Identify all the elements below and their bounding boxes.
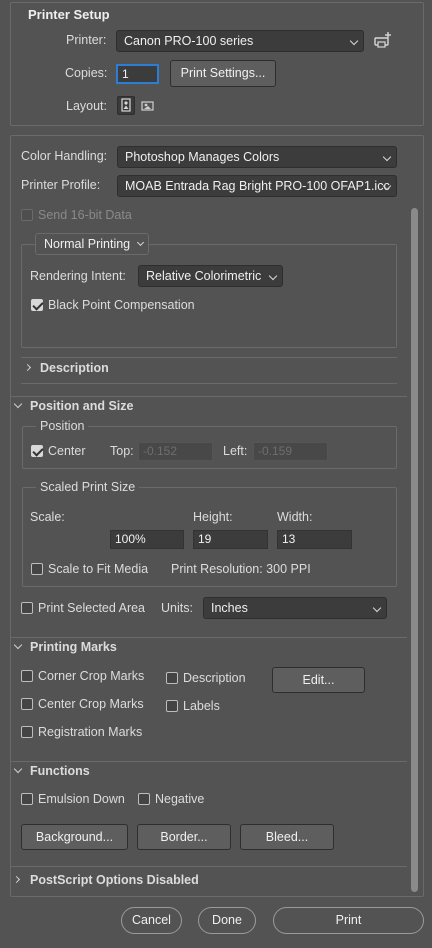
send-16bit-checkbox[interactable]: [21, 209, 33, 221]
print-selected-area-label: Print Selected Area: [38, 601, 146, 615]
copies-value: 1: [122, 67, 129, 81]
chevron-down-icon: [268, 271, 278, 281]
scale-value: 100%: [115, 532, 146, 546]
divider: [10, 866, 407, 867]
width-input[interactable]: 13: [277, 530, 352, 549]
registration-label: Registration Marks: [38, 725, 143, 739]
rendering-intent-value: Relative Colorimetric: [146, 269, 262, 283]
corner-crop-label: Corner Crop Marks: [38, 669, 145, 683]
width-label: Width:: [277, 510, 313, 524]
left-value: -0.159: [258, 444, 293, 458]
position-group-title: Position: [36, 419, 89, 433]
divider: [21, 383, 397, 384]
emulsion-down-checkbox[interactable]: [21, 793, 33, 805]
printer-profile-select[interactable]: MOAB Entrada Rag Bright PRO-100 OFAP1.ic…: [117, 175, 397, 197]
color-handling-value: Photoshop Manages Colors: [125, 150, 280, 164]
print-settings-button[interactable]: Print Settings...: [170, 60, 276, 87]
height-label: Height:: [193, 510, 233, 524]
left-label: Left:: [223, 444, 248, 458]
negative-checkbox[interactable]: [138, 793, 150, 805]
scale-to-fit-checkbox[interactable]: [31, 563, 43, 575]
center-crop-label: Center Crop Marks: [38, 697, 144, 711]
emulsion-down-label: Emulsion Down: [38, 792, 125, 806]
bleed-button[interactable]: Bleed...: [240, 824, 334, 850]
left-input[interactable]: -0.159: [253, 442, 328, 461]
divider: [10, 761, 407, 762]
printer-select-value: Canon PRO-100 series: [124, 34, 254, 48]
layout-label: Layout:: [66, 99, 108, 113]
print-selected-area-checkbox[interactable]: [21, 602, 33, 614]
copies-input[interactable]: 1: [116, 64, 159, 84]
send-16bit-label: Send 16-bit Data: [38, 208, 132, 222]
registration-checkbox[interactable]: [21, 726, 33, 738]
printer-setup-title: Printer Setup: [28, 7, 110, 22]
printer-select[interactable]: Canon PRO-100 series: [116, 30, 364, 52]
scale-label: Scale:: [30, 510, 65, 524]
cancel-button[interactable]: Cancel: [121, 907, 182, 934]
landscape-layout-icon[interactable]: [140, 98, 156, 114]
height-value: 19: [198, 532, 212, 546]
description-section-title[interactable]: Description: [40, 361, 109, 375]
height-input[interactable]: 19: [193, 530, 268, 549]
copies-label: Copies:: [65, 66, 108, 80]
labels-label: Labels: [183, 699, 220, 713]
edit-button[interactable]: Edit...: [272, 667, 365, 693]
top-label: Top:: [110, 444, 134, 458]
printer-profile-label: Printer Profile:: [21, 178, 101, 192]
top-input[interactable]: -0.152: [138, 442, 213, 461]
color-handling-select[interactable]: Photoshop Manages Colors: [117, 146, 397, 168]
scale-input[interactable]: 100%: [110, 530, 184, 549]
center-label: Center: [48, 444, 86, 458]
chevron-down-icon: [372, 603, 382, 613]
scrollbar-thumb[interactable]: [411, 208, 418, 892]
printer-profile-value: MOAB Entrada Rag Bright PRO-100 OFAP1.ic…: [125, 179, 390, 193]
functions-title[interactable]: Functions: [30, 764, 90, 778]
done-button[interactable]: Done: [198, 907, 256, 934]
description-mark-checkbox[interactable]: [166, 672, 178, 684]
description-mark-label: Description: [183, 671, 246, 685]
black-point-label: Black Point Compensation: [48, 298, 195, 312]
print-resolution-text: Print Resolution: 300 PPI: [171, 562, 311, 576]
top-value: -0.152: [143, 444, 178, 458]
divider: [10, 396, 407, 397]
center-crop-checkbox[interactable]: [21, 698, 33, 710]
rendering-intent-label: Rendering Intent:: [30, 269, 126, 283]
border-button[interactable]: Border...: [137, 824, 231, 850]
printing-marks-title[interactable]: Printing Marks: [30, 640, 117, 654]
portrait-layout-icon[interactable]: [117, 96, 135, 115]
corner-crop-checkbox[interactable]: [21, 670, 33, 682]
color-handling-label: Color Handling:: [21, 149, 108, 163]
scaled-size-group-title: Scaled Print Size: [36, 480, 140, 494]
print-button[interactable]: Print: [273, 907, 424, 934]
black-point-checkbox[interactable]: [31, 299, 43, 311]
units-value: Inches: [211, 601, 248, 615]
position-size-title[interactable]: Position and Size: [30, 399, 134, 413]
scale-to-fit-label: Scale to Fit Media: [48, 562, 149, 576]
add-printer-icon[interactable]: [373, 31, 393, 51]
background-button[interactable]: Background...: [21, 824, 128, 850]
width-value: 13: [282, 532, 296, 546]
chevron-down-icon: [382, 152, 392, 162]
printing-mode-value: Normal Printing: [44, 237, 131, 251]
rendering-intent-select[interactable]: Relative Colorimetric: [138, 265, 283, 287]
divider: [21, 357, 397, 358]
printing-mode-select[interactable]: Normal Printing: [35, 233, 149, 255]
labels-checkbox[interactable]: [166, 700, 178, 712]
divider: [10, 637, 407, 638]
center-checkbox[interactable]: [31, 445, 43, 457]
chevron-down-icon: [136, 238, 145, 247]
postscript-title[interactable]: PostScript Options Disabled: [30, 873, 199, 887]
printer-label: Printer:: [66, 33, 107, 47]
units-select[interactable]: Inches: [203, 597, 387, 619]
chevron-down-icon: [349, 36, 359, 46]
printing-mode-group: [21, 244, 397, 348]
units-label: Units:: [161, 601, 193, 615]
negative-label: Negative: [155, 792, 205, 806]
